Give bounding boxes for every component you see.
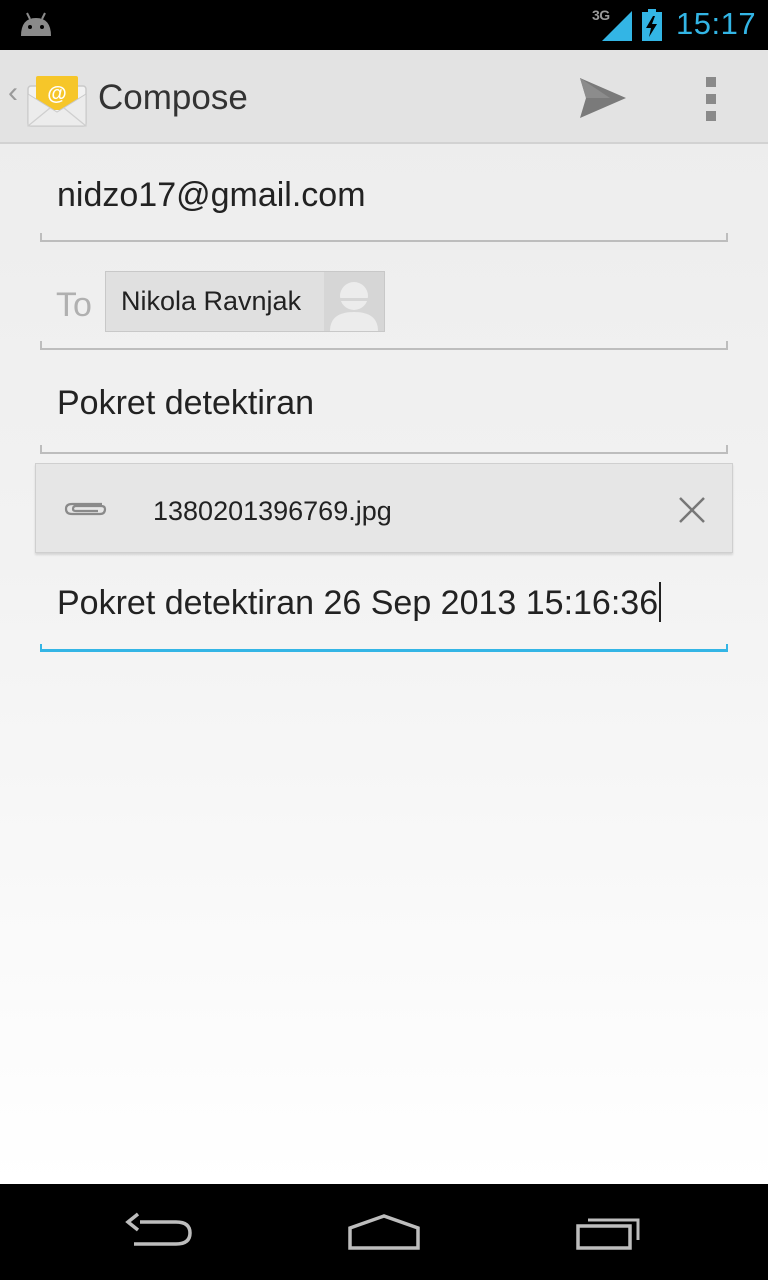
navigation-bar [0,1184,768,1280]
overflow-menu-icon[interactable] [690,72,734,126]
status-clock: 15:17 [676,6,757,41]
up-caret-icon[interactable]: ‹ [8,78,18,108]
battery-charging-icon [642,9,662,41]
body-input[interactable]: Pokret detektiran 26 Sep 2013 15:16:36 [57,582,662,623]
close-icon[interactable] [672,490,712,530]
attachment-row[interactable]: 1380201396769.jpg [35,463,733,553]
body-field[interactable]: Pokret detektiran 26 Sep 2013 15:16:36 [40,560,728,652]
body-underline [40,644,728,652]
back-icon[interactable] [122,1208,196,1258]
to-field[interactable]: To Nikola Ravnjak [40,256,728,350]
to-underline [40,341,728,350]
send-icon[interactable] [570,70,634,126]
subject-underline [40,445,728,454]
compose-screen: ‹ @ Compose nidzo17@gmail.com To Nikola … [0,50,768,1184]
svg-text:@: @ [47,83,67,105]
signal-icon [602,11,632,41]
paperclip-icon [64,502,107,516]
to-label: To [56,286,92,324]
attachment-filename: 1380201396769.jpg [153,496,392,526]
screen-title: Compose [98,78,248,117]
from-field[interactable]: nidzo17@gmail.com [40,150,728,242]
from-underline [40,233,728,242]
email-app-icon[interactable]: @ [26,72,88,128]
body-text: Pokret detektiran 26 Sep 2013 15:16:36 [57,584,659,622]
home-icon[interactable] [344,1208,424,1258]
android-debug-icon [21,12,51,36]
subject-text[interactable]: Pokret detektiran [57,384,314,423]
action-bar: ‹ @ Compose [0,50,768,144]
subject-field[interactable]: Pokret detektiran [40,362,728,454]
from-address[interactable]: nidzo17@gmail.com [57,176,366,215]
text-cursor [659,582,662,622]
default-contact-icon [324,272,384,331]
recents-icon[interactable] [572,1208,648,1258]
recipient-chip[interactable]: Nikola Ravnjak [105,271,385,332]
recipient-name: Nikola Ravnjak [121,286,302,316]
status-bar: 3G 15:17 [0,0,768,50]
